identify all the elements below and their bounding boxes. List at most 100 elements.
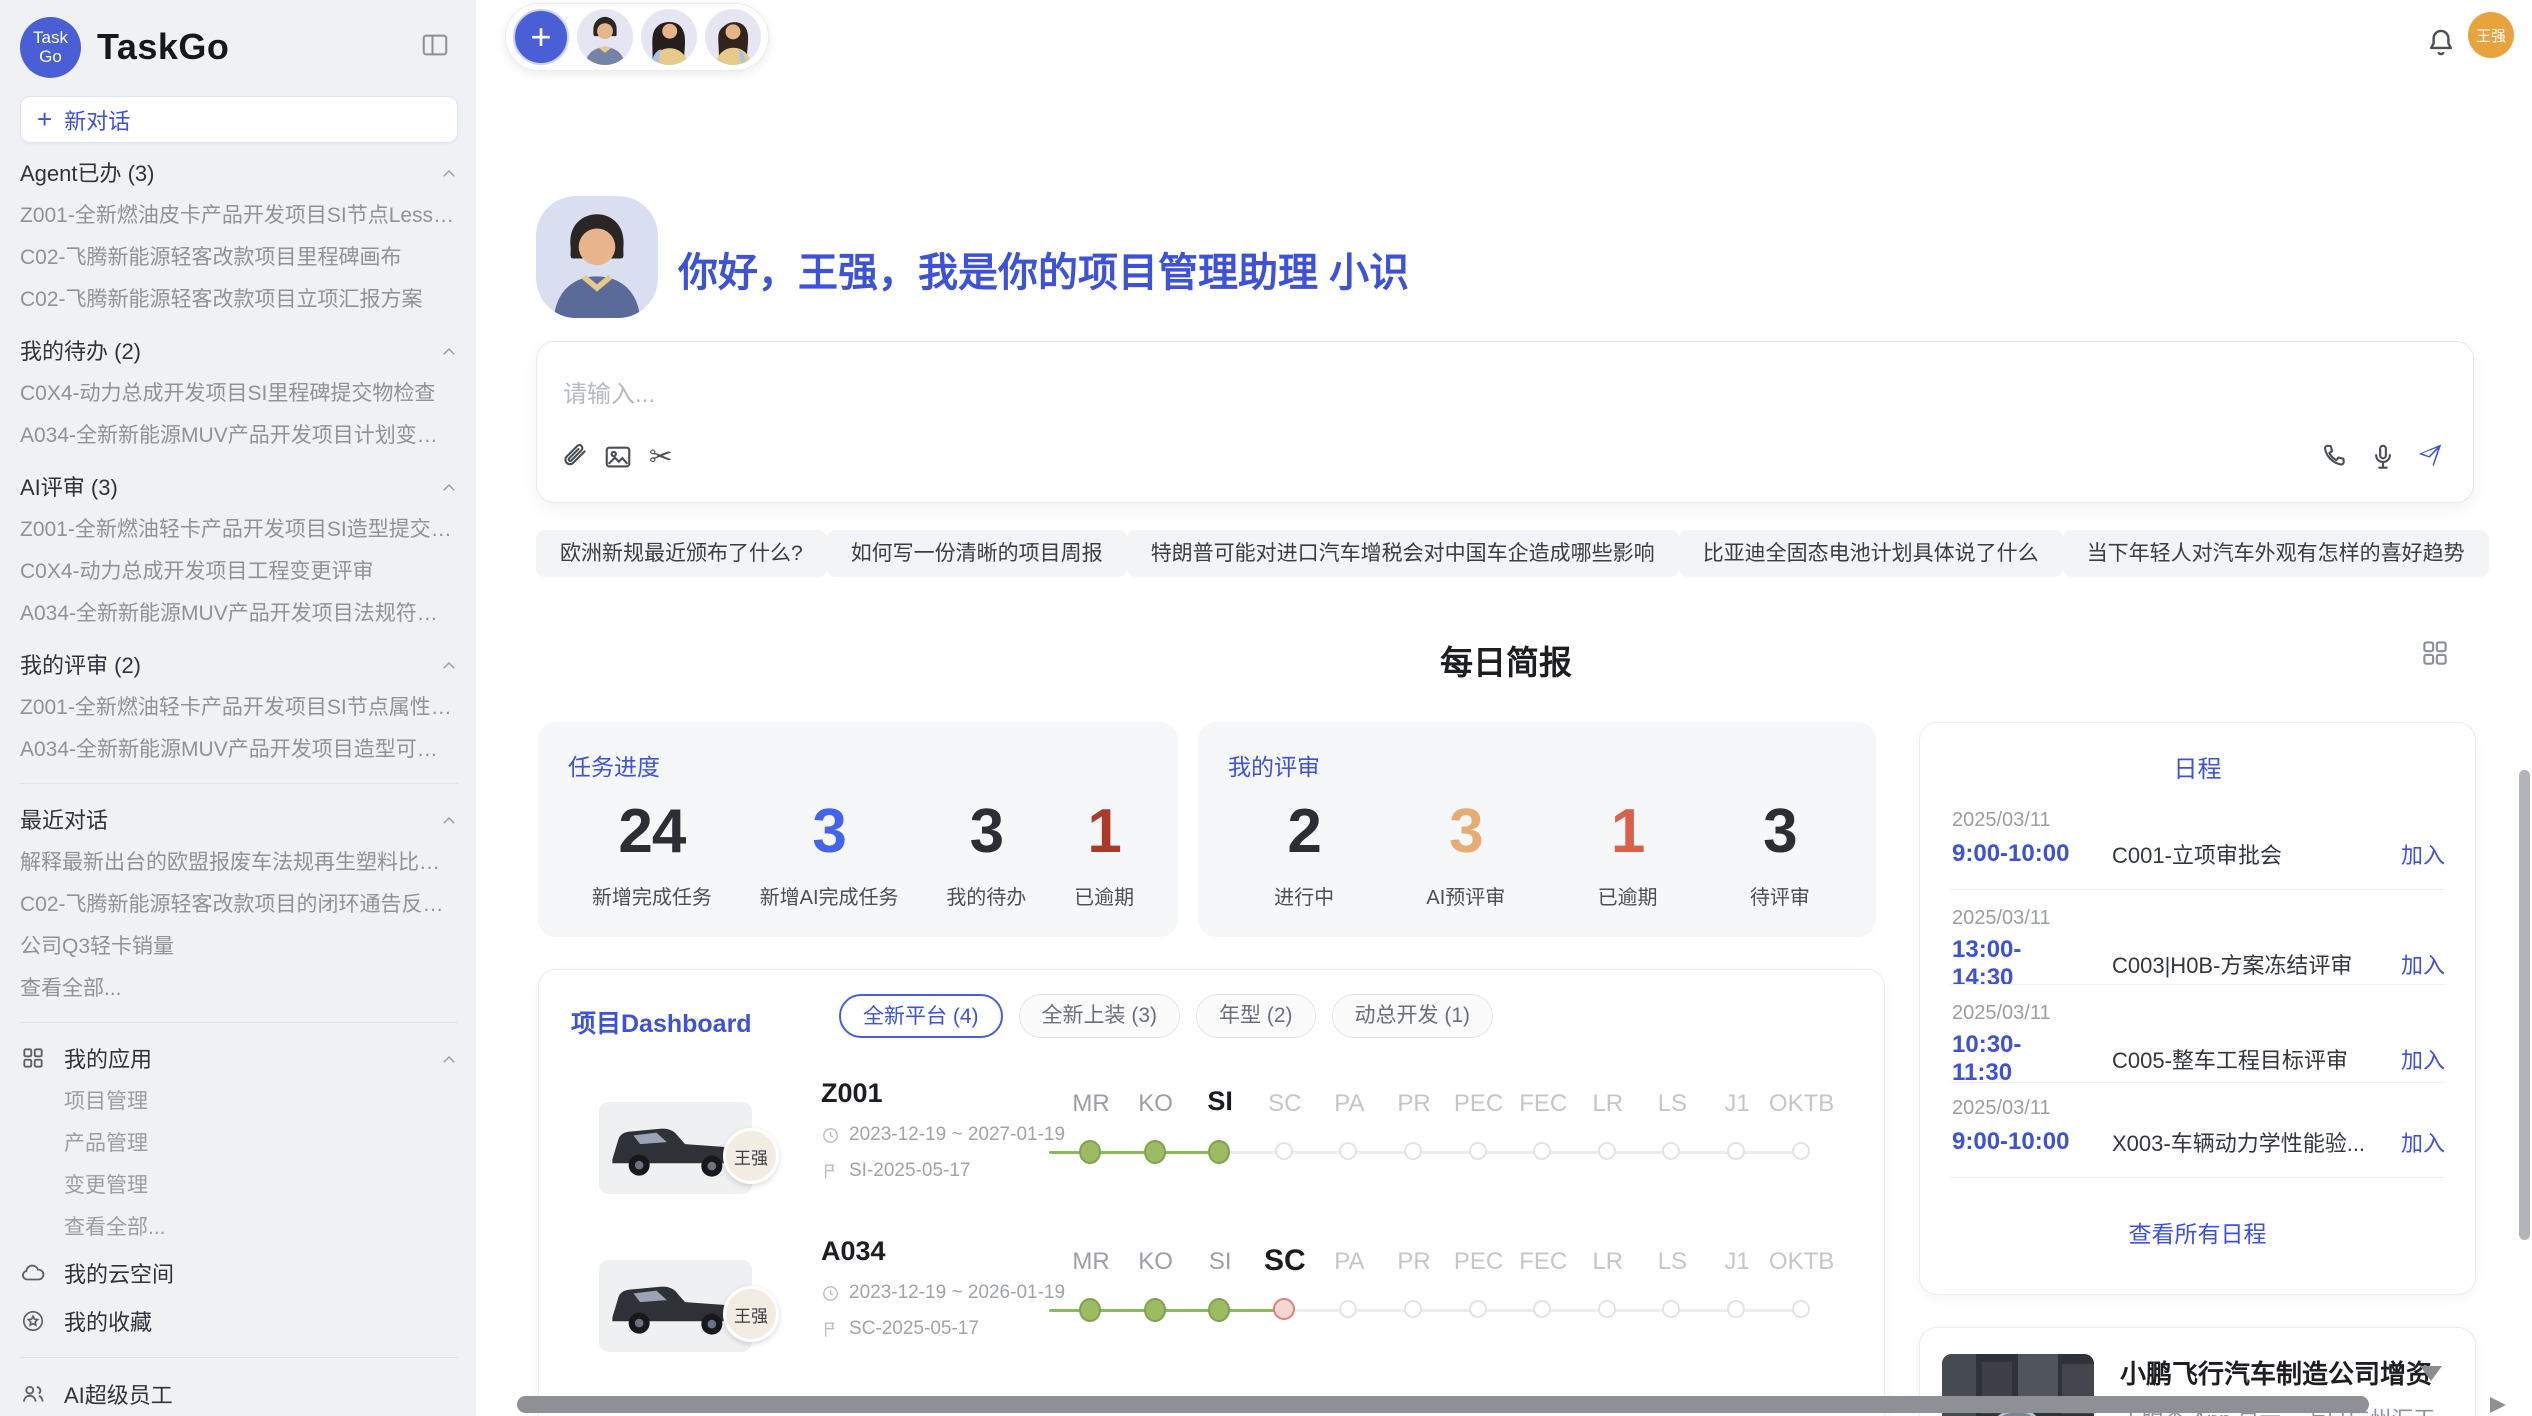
phone-call-icon[interactable] [2320, 442, 2350, 472]
milestone-label-OKTB: OKTB [1764, 1090, 1840, 1118]
milestone-dot-SI[interactable] [1208, 1140, 1230, 1164]
milestone-dot-LS[interactable] [1662, 1300, 1680, 1318]
milestone-dot-MR[interactable] [1079, 1140, 1101, 1164]
dashboard-tab[interactable]: 动总开发 (1) [1332, 994, 1494, 1038]
horizontal-scrollbar-thumb[interactable] [517, 1396, 2369, 1413]
sidebar-task-item[interactable]: Z001-全新燃油皮卡产品开发项目SI节点Lesson Learn报告 [20, 195, 458, 237]
milestone-dot-PEC[interactable] [1469, 1142, 1487, 1160]
flag-icon [821, 1162, 840, 1181]
milestone-dot-PR[interactable] [1404, 1300, 1422, 1318]
milestone-dot-MR[interactable] [1079, 1298, 1101, 1322]
sidebar-task-item[interactable]: C0X4-动力总成开发项目工程变更评审 [20, 551, 458, 593]
recent-conversation-item[interactable]: 公司Q3轻卡销量 [20, 926, 458, 968]
sidebar-tool-link[interactable]: AI超级员工 [20, 1370, 458, 1416]
chat-input-card[interactable]: 请输入... ✂ [536, 341, 2474, 503]
schedule-line: 9:00-10:00C001-立项审批会加入 [1952, 838, 2445, 870]
app-sub-item[interactable]: 产品管理 [20, 1123, 458, 1165]
stat-column: 1已逾期 [1074, 796, 1134, 910]
project-row-A034: 王强A0342023-12-19 ~ 2026-01-19SC-2025-05-… [539, 1224, 1884, 1382]
milestone-dot-SC[interactable] [1275, 1142, 1293, 1160]
microphone-icon[interactable] [2368, 442, 2398, 472]
vertical-scrollbar-thumb[interactable] [2519, 770, 2530, 1240]
avatar[interactable] [641, 9, 697, 65]
sidebar-collapse-icon[interactable] [420, 30, 450, 60]
join-meeting-link[interactable]: 加入 [2401, 1126, 2445, 1158]
sidebar-section-header-3[interactable]: 我的评审 (2) [20, 641, 458, 687]
milestone-dot-FEC[interactable] [1533, 1300, 1551, 1318]
milestone-dot-PA[interactable] [1339, 1142, 1357, 1160]
milestone-dot-PR[interactable] [1404, 1142, 1422, 1160]
scroll-right-arrow[interactable] [2490, 1397, 2506, 1413]
scroll-down-indicator[interactable] [2420, 1366, 2442, 1381]
avatar[interactable] [577, 9, 633, 65]
suggestion-chip[interactable]: 当下年轻人对汽车外观有怎样的喜好趋势 [2063, 530, 2489, 577]
suggestion-chip[interactable]: 比亚迪全固态电池计划具体说了什么 [1679, 530, 2063, 577]
sidebar-task-item[interactable]: Z001-全新燃油轻卡产品开发项目SI节点属性5D文件评审 [20, 687, 458, 729]
sidebar-task-item[interactable]: A034-全新新能源MUV产品开发项目造型可行性评审 [20, 729, 458, 771]
recent-conversation-item[interactable]: 查看全部... [20, 968, 458, 1010]
sidebar-task-item[interactable]: C0X4-动力总成开发项目SI里程碑提交物检查 [20, 373, 458, 415]
sidebar-link[interactable]: 我的云空间 [20, 1249, 458, 1297]
milestone-dot-OKTB[interactable] [1792, 1300, 1810, 1318]
milestone-dot-PEC[interactable] [1469, 1300, 1487, 1318]
project-name[interactable]: Z001 [821, 1078, 883, 1109]
milestone-dot-J1[interactable] [1727, 1142, 1745, 1160]
app-sub-item[interactable]: 变更管理 [20, 1165, 458, 1207]
sidebar-section-header-1[interactable]: 我的待办 (2) [20, 327, 458, 373]
milestone-dot-FEC[interactable] [1533, 1142, 1551, 1160]
stat-label: 已逾期 [1074, 881, 1134, 910]
milestone-dot-KO[interactable] [1144, 1140, 1166, 1164]
dashboard-tab[interactable]: 全新上装 (3) [1019, 994, 1181, 1038]
milestone-dot-OKTB[interactable] [1792, 1142, 1810, 1160]
sidebar-task-item[interactable]: A034-全新新能源MUV产品开发项目计划变更表编写 [20, 415, 458, 457]
suggestion-chip[interactable]: 如何写一份清晰的项目周报 [827, 530, 1127, 577]
join-meeting-link[interactable]: 加入 [2401, 838, 2445, 870]
sidebar-task-item[interactable]: A034-全新新能源MUV产品开发项目法规符合性评审 [20, 593, 458, 635]
user-avatar-badge[interactable]: 王强 [2468, 12, 2514, 58]
cloud-icon [20, 1260, 46, 1286]
milestone-dot-J1[interactable] [1727, 1300, 1745, 1318]
logo-text-top: Task [33, 28, 68, 47]
sidebar-section-header-0[interactable]: Agent已办 (3) [20, 149, 458, 195]
milestone-dot-SI[interactable] [1208, 1298, 1230, 1322]
schedule-line: 10:30-11:30C005-整车工程目标评审加入 [1952, 1031, 2445, 1087]
scissors-icon[interactable]: ✂ [649, 440, 672, 473]
recent-conversation-item[interactable]: 解释最新出台的欧盟报废车法规再生塑料比例被调至15%... [20, 842, 458, 884]
attachment-icon[interactable] [559, 442, 589, 472]
milestone-dot-SC[interactable] [1273, 1298, 1295, 1320]
add-session-button[interactable]: + [513, 9, 569, 65]
sidebar-task-item[interactable]: C02-飞腾新能源轻客改款项目里程碑画布 [20, 237, 458, 279]
milestone-dot-PA[interactable] [1339, 1300, 1357, 1318]
sidebar-section-header-2[interactable]: AI评审 (3) [20, 463, 458, 509]
layout-grid-icon[interactable] [2420, 638, 2450, 668]
join-meeting-link[interactable]: 加入 [2401, 948, 2445, 980]
milestone-dot-LR[interactable] [1598, 1300, 1616, 1318]
view-all-schedule-link[interactable]: 查看所有日程 [1920, 1215, 2475, 1249]
sidebar-link[interactable]: 我的收藏 [20, 1297, 458, 1345]
new-chat-button[interactable]: + 新对话 [20, 96, 458, 143]
sidebar-section-header-apps[interactable]: 我的应用 [20, 1035, 458, 1081]
logo-text-bottom: Go [39, 47, 62, 66]
milestone-dot-KO[interactable] [1144, 1298, 1166, 1322]
image-upload-icon[interactable] [603, 442, 633, 472]
recent-conversation-item[interactable]: C02-飞腾新能源轻客改款项目的闭环通告反馈情况 [20, 884, 458, 926]
sidebar-task-item[interactable]: C02-飞腾新能源轻客改款项目立项汇报方案 [20, 279, 458, 321]
sidebar-link-label: AI超级员工 [64, 1378, 173, 1410]
app-sub-item[interactable]: 查看全部... [20, 1207, 458, 1249]
suggestion-chip[interactable]: 特朗普可能对进口汽车增税会对中国车企造成哪些影响 [1127, 530, 1679, 577]
join-meeting-link[interactable]: 加入 [2401, 1043, 2445, 1075]
suggestion-chip[interactable]: 欧洲新规最近颁布了什么? [536, 530, 827, 577]
stat-label: 待评审 [1750, 881, 1810, 910]
sidebar-task-item[interactable]: Z001-全新燃油轻卡产品开发项目SI造型提交物评审 [20, 509, 458, 551]
send-icon[interactable] [2415, 440, 2445, 470]
app-sub-item[interactable]: 项目管理 [20, 1081, 458, 1123]
project-name[interactable]: A034 [821, 1236, 886, 1267]
notification-bell-icon[interactable] [2424, 26, 2458, 60]
sidebar-section-header-recent[interactable]: 最近对话 [20, 796, 458, 842]
dashboard-tab[interactable]: 年型 (2) [1196, 994, 1316, 1038]
stat-column: 1已逾期 [1598, 796, 1658, 910]
milestone-dot-LR[interactable] [1598, 1142, 1616, 1160]
milestone-dot-LS[interactable] [1662, 1142, 1680, 1160]
avatar[interactable] [705, 9, 761, 65]
dashboard-tab[interactable]: 全新平台 (4) [839, 994, 1003, 1038]
